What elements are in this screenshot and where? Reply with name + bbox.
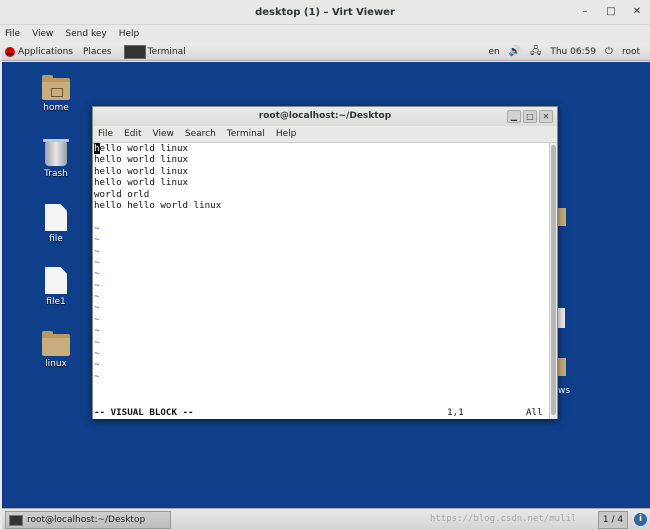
viewer-title: desktop (1) – Virt Viewer [255, 7, 395, 18]
terminal-icon [9, 514, 23, 526]
tilde-line: ~ [94, 268, 100, 280]
terminal-scrollbar[interactable] [549, 143, 557, 419]
desktop-icon-label: home [43, 103, 69, 113]
desktop-icon-file[interactable]: file [26, 204, 86, 244]
desktop-icon-label: file [49, 234, 63, 244]
file-icon [45, 267, 67, 294]
viewer-menu-view[interactable]: View [32, 25, 53, 43]
tilde-line: ~ [94, 234, 100, 246]
editor-line: world orld [94, 188, 150, 200]
terminal-thumbnail-icon [123, 44, 146, 59]
desktop-icon-file1[interactable]: file1 [26, 267, 86, 307]
terminal-menu-edit[interactable]: Edit [124, 126, 141, 142]
editor-line: hello hello world linux [94, 199, 222, 211]
redhat-icon [5, 46, 15, 57]
tilde-line: ~ [94, 359, 100, 371]
editor-line-1: hello world linux [94, 143, 551, 154]
user-icon: ⏻ [605, 45, 613, 57]
close-button[interactable]: ✕ [630, 5, 644, 19]
taskbar-terminal-button[interactable]: root@localhost:~/Desktop [5, 511, 171, 529]
terminal-window: root@localhost:~/Desktop ▁ □ ✕ File Edit… [92, 106, 558, 419]
viewer-menubar: File View Send key Help [0, 25, 650, 43]
gnome-top-panel: Applications Places Terminal en 🔊 🖧 Thu … [2, 43, 650, 61]
taskbar-button-label: root@localhost:~/Desktop [27, 515, 146, 525]
line-text: ello world linux [99, 143, 189, 154]
viewer-titlebar: desktop (1) – Virt Viewer – □ ✕ [0, 0, 650, 25]
hidden-icon-label: ws [558, 386, 571, 396]
editor-line: hello world linux [94, 165, 189, 177]
viewer-menu-send-key[interactable]: Send key [65, 25, 106, 43]
scrollbar-thumb[interactable] [551, 145, 556, 415]
vim-status-mode: -- VISUAL BLOCK -- [94, 406, 194, 418]
tilde-line: ~ [94, 256, 100, 268]
tilde-line: ~ [94, 302, 100, 314]
desktop-icon-trash[interactable]: Trash [26, 139, 86, 179]
tilde-line: ~ [94, 336, 100, 348]
tilde-line: ~ [94, 291, 100, 303]
input-language-indicator[interactable]: en [488, 43, 499, 61]
panel-task-terminal[interactable]: Terminal [123, 43, 186, 61]
trash-icon [43, 139, 69, 166]
terminal-close-button[interactable]: ✕ [539, 110, 553, 123]
user-menu[interactable]: root [622, 43, 640, 61]
terminal-menu-search[interactable]: Search [185, 126, 216, 142]
places-menu[interactable]: Places [83, 43, 112, 61]
home-folder-icon [42, 75, 70, 100]
folder-icon [42, 331, 70, 356]
file-icon [45, 204, 67, 231]
desktop-icon-label: Trash [44, 169, 68, 179]
vim-cursor-position: 1,1 [447, 406, 464, 418]
tilde-line: ~ [94, 313, 100, 325]
panel-task-label: Terminal [147, 46, 186, 57]
bottom-taskbar: root@localhost:~/Desktop https://blog.cs… [2, 508, 650, 530]
tilde-line: ~ [94, 325, 100, 337]
terminal-titlebar[interactable]: root@localhost:~/Desktop ▁ □ ✕ [93, 107, 557, 126]
terminal-minimize-button[interactable]: ▁ [507, 110, 521, 123]
info-icon[interactable]: i [634, 513, 647, 526]
tilde-line: ~ [94, 245, 100, 257]
terminal-menubar: File Edit View Search Terminal Help [93, 126, 557, 143]
viewer-menu-file[interactable]: File [5, 25, 20, 43]
desktop-icon-label: linux [45, 359, 67, 369]
desktop-icon-home[interactable]: home [26, 75, 86, 113]
vim-scroll-position: All [526, 406, 543, 418]
tilde-line: ~ [94, 370, 100, 382]
terminal-menu-terminal[interactable]: Terminal [227, 126, 265, 142]
editor-blank-line [94, 211, 551, 222]
editor-line: hello world linux [94, 154, 189, 166]
terminal-title: root@localhost:~/Desktop [258, 111, 392, 121]
editor-line: hello world linux [94, 177, 189, 189]
tilde-line: ~ [94, 279, 100, 291]
terminal-menu-help[interactable]: Help [276, 126, 297, 142]
terminal-window-controls: ▁ □ ✕ [507, 110, 553, 123]
maximize-button[interactable]: □ [604, 5, 618, 19]
hidden-file-icon[interactable] [557, 308, 565, 328]
applications-label: Applications [18, 46, 73, 57]
terminal-menu-view[interactable]: View [153, 126, 174, 142]
terminal-menu-file[interactable]: File [98, 126, 113, 142]
viewer-window-controls: – □ ✕ [578, 5, 644, 19]
minimize-button[interactable]: – [578, 5, 592, 19]
watermark-text: https://blog.csdn.net/mulil [430, 514, 577, 524]
desktop-icon-label: file1 [46, 297, 66, 307]
panel-status-area: en 🔊 🖧 Thu 06:59 ⏻ root [488, 43, 650, 61]
clock[interactable]: Thu 06:59 [550, 43, 596, 61]
tilde-line: ~ [94, 222, 100, 234]
empty-buffer-lines: ~ ~ ~ ~ ~ ~ ~ ~ ~ ~ ~ ~ ~ ~ [94, 211, 551, 382]
desktop-icon-linux[interactable]: linux [26, 331, 86, 369]
network-icon[interactable]: 🖧 [530, 43, 541, 61]
volume-icon[interactable]: 🔊 [509, 43, 521, 61]
tilde-line: ~ [94, 348, 100, 360]
viewer-menu-help[interactable]: Help [119, 25, 140, 43]
workspace-pager[interactable]: 1 / 4 [598, 511, 628, 529]
terminal-maximize-button[interactable]: □ [523, 110, 537, 123]
applications-menu[interactable]: Applications [2, 43, 73, 61]
terminal-text-area[interactable]: hello world linux hello world linux hell… [93, 143, 551, 419]
